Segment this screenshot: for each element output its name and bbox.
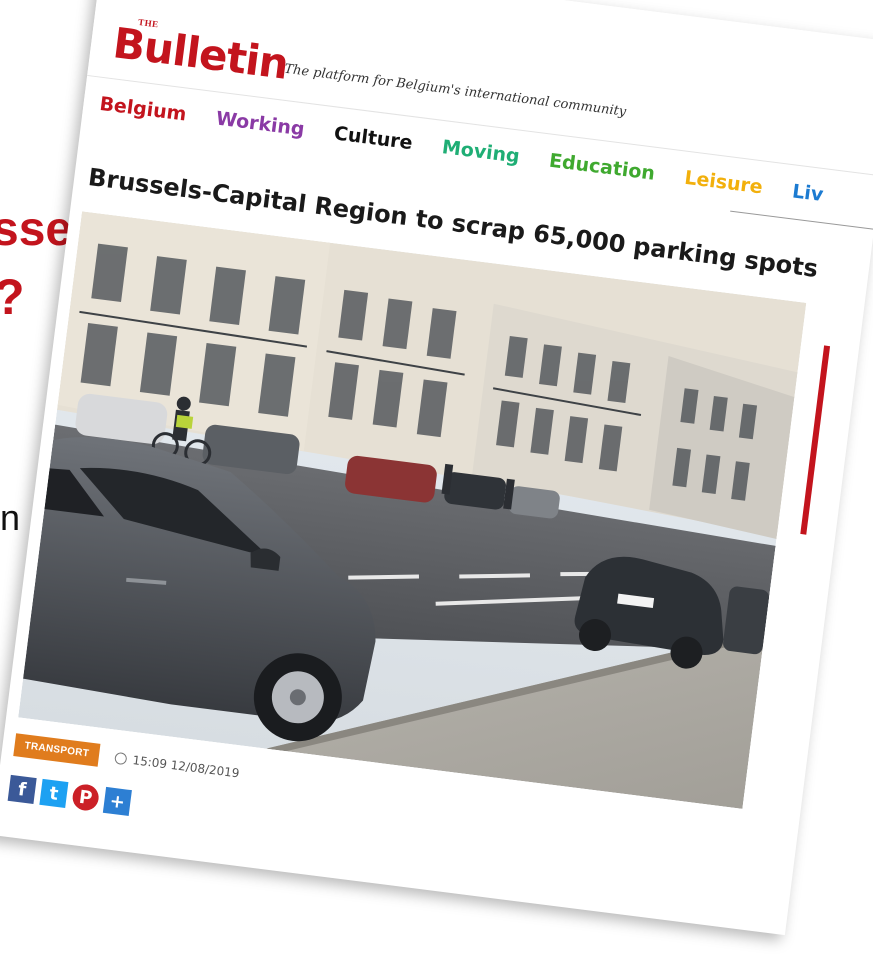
nav-item-living[interactable]: Liv [791,180,825,206]
twitter-glyph: t [48,782,60,805]
nav-item-leisure[interactable]: Leisure [683,167,764,199]
facebook-icon[interactable]: f [7,774,37,804]
nav-item-moving[interactable]: Moving [441,136,521,168]
slide-question-mark: ? [0,272,25,322]
pinterest-glyph: P [77,786,94,809]
share-plus-icon[interactable]: + [102,786,132,816]
slide-text-fragment: n [0,497,21,538]
timestamp-text: 15:09 12/08/2019 [131,752,241,780]
clock-icon [114,751,128,765]
pinterest-icon[interactable]: P [71,782,101,812]
facebook-glyph: f [16,778,28,801]
search-input-underline[interactable] [730,210,873,230]
nav-item-working[interactable]: Working [215,108,306,141]
sidebar-accent-bar [800,345,831,535]
article-photo[interactable] [18,211,807,809]
category-badge[interactable]: TRANSPORT [13,733,101,767]
nav-item-education[interactable]: Education [548,150,656,185]
share-buttons: f t P + [7,774,132,816]
share-plus-glyph: + [108,790,127,813]
article-timestamp: 15:09 12/08/2019 [114,750,240,780]
logo-name: Bulletin [110,18,291,89]
twitter-icon[interactable]: t [39,778,69,808]
nav-item-culture[interactable]: Culture [333,122,414,154]
site-tagline: The platform for Belgium's international… [283,61,627,120]
nav-item-belgium[interactable]: Belgium [98,93,187,126]
article-screenshot: THE Bulletin The platform for Belgium's … [0,0,873,936]
